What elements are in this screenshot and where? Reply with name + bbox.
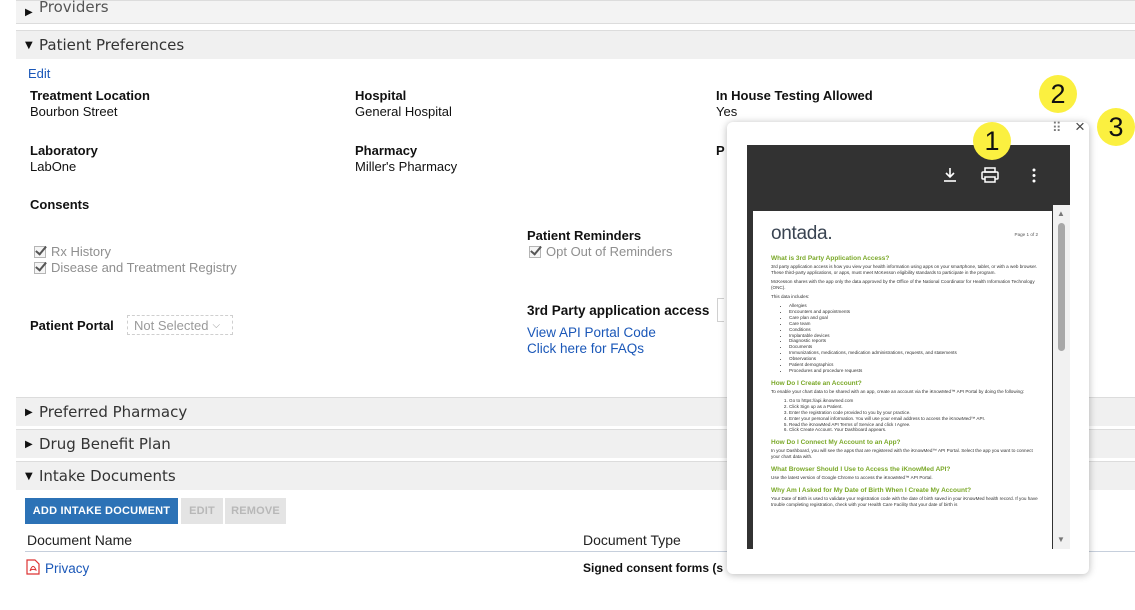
checkbox-checked-icon[interactable] xyxy=(34,245,46,258)
pdf-viewer: ontada. Page 1 of 2 What is 3rd Party Ap… xyxy=(747,145,1070,549)
pdf-paragraph: 3rd party application access is how you … xyxy=(771,264,1038,275)
callout-badge: 1 xyxy=(973,122,1011,160)
remove-intake-button: REMOVE xyxy=(225,498,286,524)
consent-rx-history-label: Rx History xyxy=(51,244,111,259)
section-patient-preferences[interactable]: ▼ Patient Preferences xyxy=(16,30,1135,59)
list-item: Click Create Account. Your Dashboard app… xyxy=(789,427,1038,433)
view-api-portal-code-link[interactable]: View API Portal Code xyxy=(527,325,656,340)
pdf-paragraph: Use the latest version of Google Chrome … xyxy=(771,475,933,481)
triangle-down-icon: ▼ xyxy=(25,470,33,482)
document-type-value: Signed consent forms (s xyxy=(583,561,724,575)
opt-out-reminders-label: Opt Out of Reminders xyxy=(546,244,673,259)
pdf-paragraph: In your Dashboard, you will see the apps… xyxy=(771,448,1033,460)
pdf-page: ontada. Page 1 of 2 What is 3rd Party Ap… xyxy=(753,211,1052,549)
pharmacy-value: Miller's Pharmacy xyxy=(355,159,458,174)
pdf-heading: What Browser Should I Use to Access the … xyxy=(771,466,951,474)
hospital-label: Hospital xyxy=(355,88,407,103)
scrollbar-thumb[interactable] xyxy=(1058,223,1065,351)
treatment-location-label: Treatment Location xyxy=(30,88,150,103)
add-intake-document-button[interactable]: ADD INTAKE DOCUMENT xyxy=(25,498,178,524)
callout-badge: 3 xyxy=(1097,108,1135,146)
checkbox-checked-icon[interactable] xyxy=(34,261,46,274)
pdf-heading: How Do I Create an Account? xyxy=(771,379,862,387)
patient-portal-select-value: Not Selected xyxy=(134,317,209,333)
chevron-down-icon: ⌵ xyxy=(212,319,221,331)
edit-link[interactable]: Edit xyxy=(28,66,50,81)
more-vertical-icon[interactable] xyxy=(1032,168,1036,183)
pdf-file-icon xyxy=(26,558,40,575)
opt-out-reminders[interactable]: Opt Out of Reminders xyxy=(529,244,672,259)
checkbox-checked-icon[interactable] xyxy=(529,245,541,258)
pdf-toolbar xyxy=(747,145,1070,205)
pdf-page-number: Page 1 of 2 xyxy=(1014,231,1039,237)
pdf-paragraph: Your Date of Birth is used to validate y… xyxy=(771,496,1038,508)
ontada-logo: ontada. xyxy=(771,223,833,244)
triangle-down-icon: ▼ xyxy=(25,39,33,51)
list-item: Procedures and procedure requests xyxy=(789,368,1038,374)
consents-label: Consents xyxy=(30,197,90,212)
triangle-right-icon: ▶ xyxy=(25,6,33,18)
pharmacy-label: Pharmacy xyxy=(355,143,418,158)
third-party-access-label: 3rd Party application access xyxy=(527,303,710,318)
faqs-link[interactable]: Click here for FAQs xyxy=(527,341,644,356)
download-icon[interactable] xyxy=(943,167,957,183)
treatment-location-value: Bourbon Street xyxy=(30,104,118,119)
pdf-heading: How Do I Connect My Account to an App? xyxy=(771,439,901,447)
pdf-heading: What is 3rd Party Application Access? xyxy=(771,255,890,262)
scroll-up-arrow-icon[interactable]: ▲ xyxy=(1057,209,1065,218)
scroll-down-arrow-icon[interactable]: ▼ xyxy=(1057,535,1065,544)
laboratory-label: Laboratory xyxy=(30,143,98,158)
in-house-testing-label: In House Testing Allowed xyxy=(716,88,873,103)
triangle-right-icon: ▶ xyxy=(25,438,33,450)
truncated-label: P xyxy=(716,143,725,158)
third-party-select-edge[interactable] xyxy=(717,298,724,322)
pdf-paragraph: McKesson shares with the app only the da… xyxy=(771,279,1035,290)
patient-portal-label: Patient Portal xyxy=(30,318,114,333)
edit-intake-button: EDIT xyxy=(181,498,223,524)
consent-disease-registry[interactable]: Disease and Treatment Registry xyxy=(34,260,237,275)
pdf-heading: Why Am I Asked for My Date of Birth When… xyxy=(771,487,972,495)
consent-disease-registry-label: Disease and Treatment Registry xyxy=(51,260,237,275)
column-document-type[interactable]: Document Type xyxy=(583,532,681,548)
triangle-right-icon: ▶ xyxy=(25,406,33,418)
print-icon[interactable] xyxy=(981,167,999,183)
pdf-steps-list: Go to https://api.iknowmed.com Click Sig… xyxy=(771,398,1038,433)
column-document-name[interactable]: Document Name xyxy=(27,532,132,548)
pdf-paragraph: This data includes: xyxy=(771,294,810,299)
close-icon[interactable]: × xyxy=(1075,117,1085,137)
drag-handle-icon[interactable]: ⠿ xyxy=(1052,120,1062,136)
section-drug-benefit-plan-label: Drug Benefit Plan xyxy=(39,435,171,453)
laboratory-value: LabOne xyxy=(30,159,77,174)
section-providers-label: Providers xyxy=(39,0,109,16)
section-preferred-pharmacy-label: Preferred Pharmacy xyxy=(39,403,188,421)
table-row[interactable]: Privacy xyxy=(26,557,89,576)
section-patient-preferences-label: Patient Preferences xyxy=(39,36,185,54)
section-providers[interactable]: ▶ Providers xyxy=(16,0,1135,24)
pdf-paragraph: To enable your chart data to be shared w… xyxy=(771,388,1025,394)
hospital-value: General Hospital xyxy=(355,104,452,119)
in-house-testing-value: Yes xyxy=(716,104,738,119)
consent-rx-history[interactable]: Rx History xyxy=(34,244,111,259)
patient-reminders-label: Patient Reminders xyxy=(527,228,642,243)
patient-portal-select[interactable]: Not Selected ⌵ xyxy=(127,315,233,335)
pdf-scrollbar[interactable]: ▲ ▼ xyxy=(1053,205,1070,549)
document-name-privacy[interactable]: Privacy xyxy=(45,561,89,576)
callout-badge: 2 xyxy=(1039,75,1077,113)
section-intake-documents-label: Intake Documents xyxy=(39,467,176,485)
pdf-data-list: Allergies Encounters and appointments Ca… xyxy=(771,303,1038,374)
